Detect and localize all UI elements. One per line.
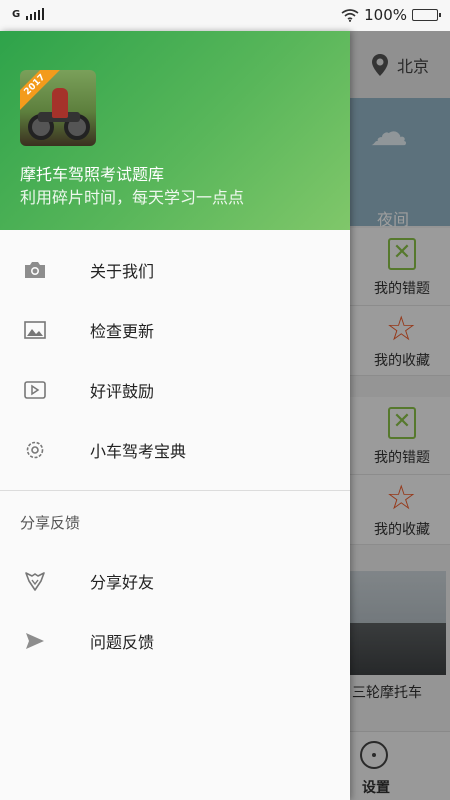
app-logo: 2017 xyxy=(20,70,96,146)
gear-icon xyxy=(22,437,48,463)
camera-icon xyxy=(22,257,48,283)
wifi-icon xyxy=(341,9,359,22)
app-name: 摩托车驾照考试题库 xyxy=(20,165,165,184)
menu-item-car-guide[interactable]: 小车驾考宝典 xyxy=(0,420,350,480)
menu-label: 分享好友 xyxy=(90,573,155,592)
signal-icon xyxy=(26,8,45,20)
network-type: G xyxy=(12,9,21,20)
menu-item-feedback[interactable]: 问题反馈 xyxy=(0,611,350,671)
battery-icon xyxy=(412,9,441,21)
status-bar: G 100% xyxy=(0,0,450,31)
section-title: 分享反馈 xyxy=(20,514,81,532)
battery-percent: 100% xyxy=(364,6,407,24)
menu-label: 好评鼓励 xyxy=(90,382,155,401)
menu-label: 关于我们 xyxy=(90,262,155,281)
play-icon xyxy=(22,377,48,403)
share-icon xyxy=(22,568,48,594)
app-slogan: 利用碎片时间，每天学习一点点 xyxy=(20,188,245,207)
menu-label: 问题反馈 xyxy=(90,633,155,652)
send-icon xyxy=(22,628,48,654)
menu-item-check-update[interactable]: 检查更新 xyxy=(0,300,350,360)
image-icon xyxy=(22,317,48,343)
menu-item-about[interactable]: 关于我们 xyxy=(0,240,350,300)
menu-item-rate[interactable]: 好评鼓励 xyxy=(0,360,350,420)
menu-item-share[interactable]: 分享好友 xyxy=(0,551,350,611)
divider xyxy=(0,490,350,491)
menu-label: 检查更新 xyxy=(90,322,155,341)
navigation-drawer: 2017 摩托车驾照考试题库 利用碎片时间，每天学习一点点 关于我们 检查更新 … xyxy=(0,31,350,800)
drawer-header: 2017 摩托车驾照考试题库 利用碎片时间，每天学习一点点 xyxy=(0,31,350,230)
menu-label: 小车驾考宝典 xyxy=(90,442,187,461)
